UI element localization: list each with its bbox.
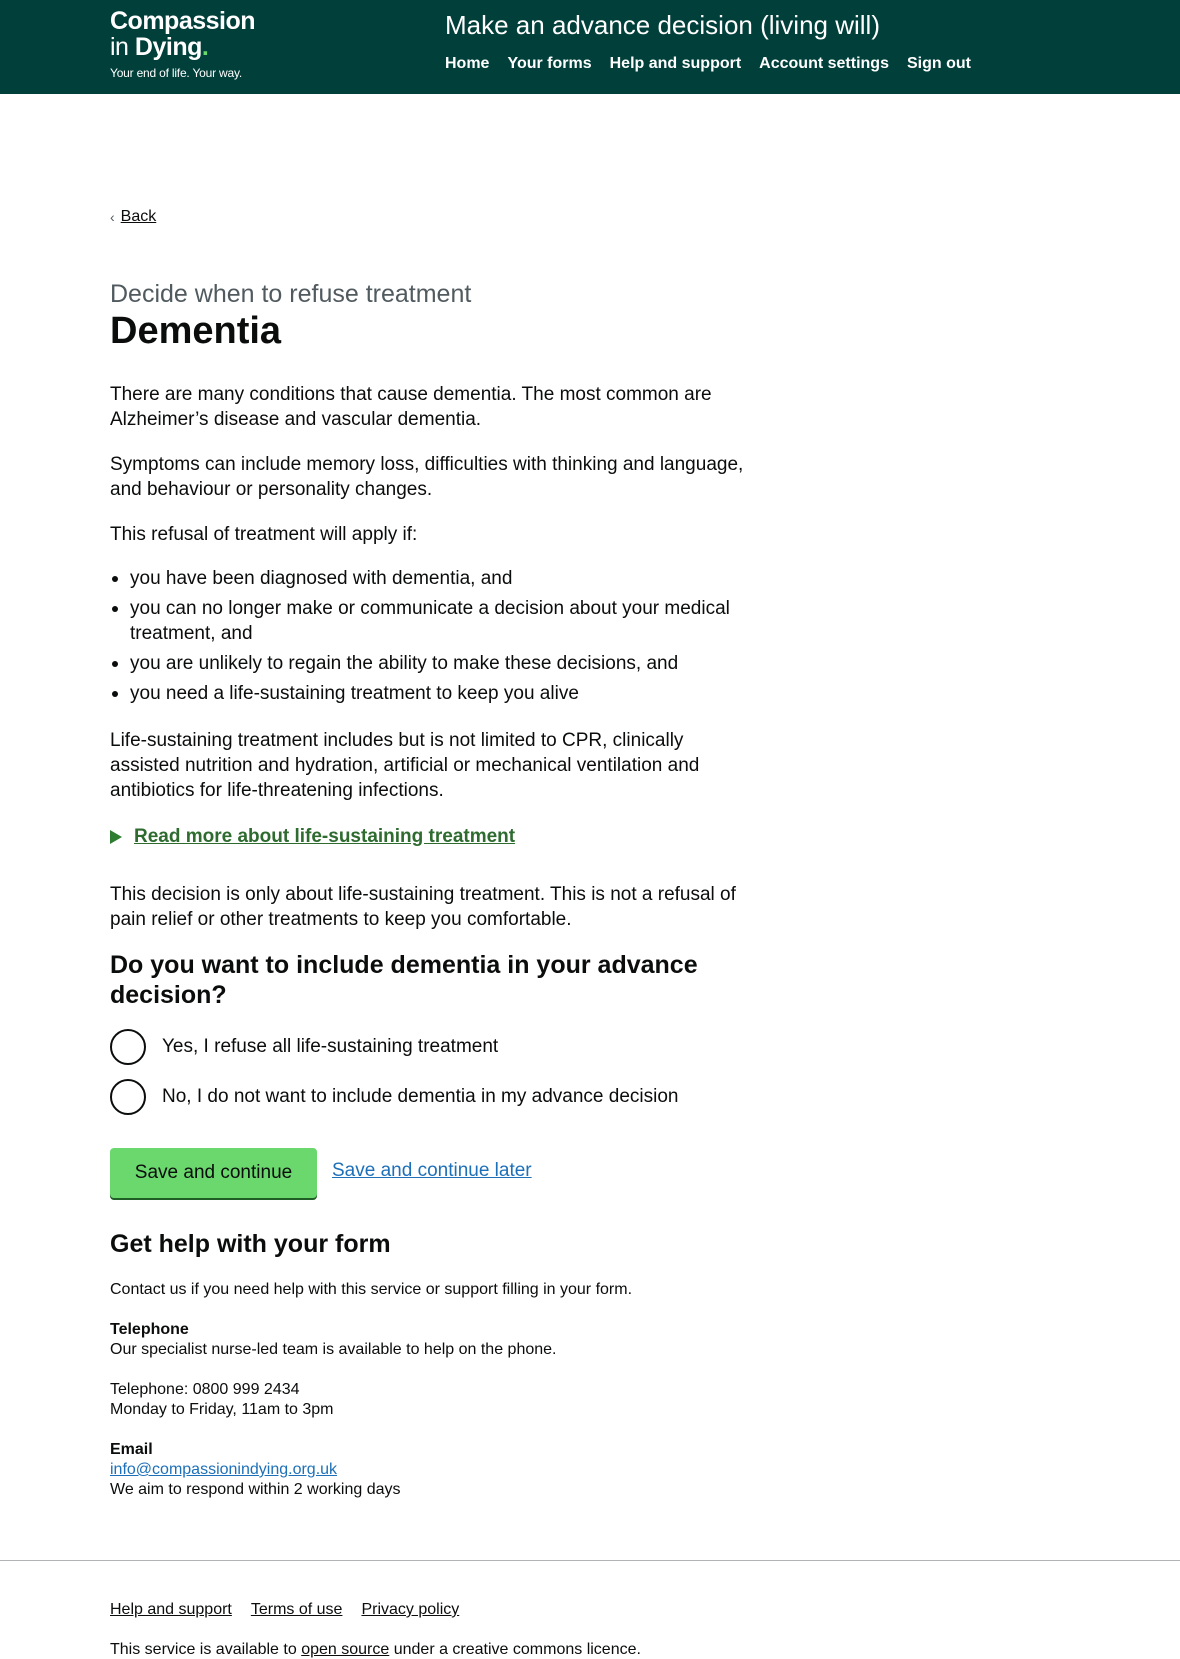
telephone-description: Our specialist nurse-led team is availab… [110,1341,557,1358]
save-and-continue-button[interactable]: Save and continue [110,1148,317,1198]
list-item: you are unlikely to regain the ability t… [110,651,750,676]
read-more-link[interactable]: Read more about life-sustaining treatmen… [134,824,515,849]
treatment-definition-paragraph: Life-sustaining treatment includes but i… [110,730,700,801]
logo-line2: in Dying. [110,34,255,60]
radio-no-option[interactable]: No, I do not want to include dementia in… [110,1079,678,1115]
symptoms-paragraph: Symptoms can include memory loss, diffic… [110,454,744,500]
chevron-left-icon: ‹ [110,209,115,225]
help-intro: Contact us if you need help with this se… [110,1281,633,1298]
footer-privacy-policy-link[interactable]: Privacy policy [361,1601,459,1619]
page-title: Dementia [110,310,282,352]
nav-help-and-support[interactable]: Help and support [610,55,742,73]
radio-no-label[interactable]: No, I do not want to include dementia in… [162,1086,678,1108]
site-header: Compassion in Dying. Your end of life. Y… [0,0,1180,94]
nav-home[interactable]: Home [445,55,489,73]
compassion-in-dying-logo[interactable]: Compassion in Dying. Your end of life. Y… [110,7,256,80]
footer-divider [0,1560,1180,1561]
conditions-list: you have been diagnosed with dementia, a… [110,566,750,711]
read-more-details[interactable]: Read more about life-sustaining treatmen… [110,824,515,849]
radio-yes-option[interactable]: Yes, I refuse all life-sustaining treatm… [110,1029,498,1065]
radio-yes[interactable] [110,1029,146,1065]
back-link-wrapper: ‹ Back [110,208,156,226]
logo-line2-bold: Dying [134,33,202,61]
open-source-link[interactable]: open source [301,1641,389,1658]
list-item: you can no longer make or communicate a … [110,596,750,646]
nav-sign-out[interactable]: Sign out [907,55,971,73]
triangle-right-icon [110,829,122,844]
footer-licence: This service is available to open source… [110,1641,641,1659]
back-link[interactable]: Back [121,208,157,226]
logo-tagline: Your end of life. Your way. [110,66,243,80]
applies-if-paragraph: This refusal of treatment will apply if: [110,524,418,545]
email-note: We aim to respond within 2 working days [110,1481,401,1498]
logo-line2-prefix: in [110,33,129,61]
radio-no[interactable] [110,1079,146,1115]
help-heading: Get help with your form [110,1230,391,1258]
logo-line1: Compassion [110,7,256,35]
nav-your-forms[interactable]: Your forms [507,55,591,73]
nav-account-settings[interactable]: Account settings [759,55,889,73]
list-item: you have been diagnosed with dementia, a… [110,566,750,591]
list-item: you need a life-sustaining treatment to … [110,681,750,706]
telephone-hours: Monday to Friday, 11am to 3pm [110,1401,334,1418]
intro-paragraph: There are many conditions that cause dem… [110,384,712,430]
radio-yes-label[interactable]: Yes, I refuse all life-sustaining treatm… [162,1036,498,1058]
logo-dot: . [201,33,209,61]
email-heading: Email [110,1441,153,1458]
licence-prefix: This service is available to [110,1641,297,1658]
save-and-continue-later-link[interactable]: Save and continue later [332,1160,532,1182]
page-caption: Decide when to refuse treatment [110,280,472,308]
footer-help-and-support-link[interactable]: Help and support [110,1601,232,1619]
header-nav: Home Your forms Help and support Account… [445,55,971,73]
licence-suffix: under a creative commons licence. [393,1641,641,1658]
service-name[interactable]: Make an advance decision (living will) [445,10,880,41]
email-link[interactable]: info@compassionindying.org.uk [110,1460,810,1480]
dementia-question: Do you want to include dementia in your … [110,951,698,1009]
footer-terms-of-use-link[interactable]: Terms of use [251,1601,343,1619]
scope-paragraph: This decision is only about life-sustain… [110,884,736,930]
telephone-heading: Telephone [110,1321,189,1338]
telephone-number: Telephone: 0800 999 2434 [110,1381,300,1398]
footer-links: Help and support Terms of use Privacy po… [110,1601,459,1619]
